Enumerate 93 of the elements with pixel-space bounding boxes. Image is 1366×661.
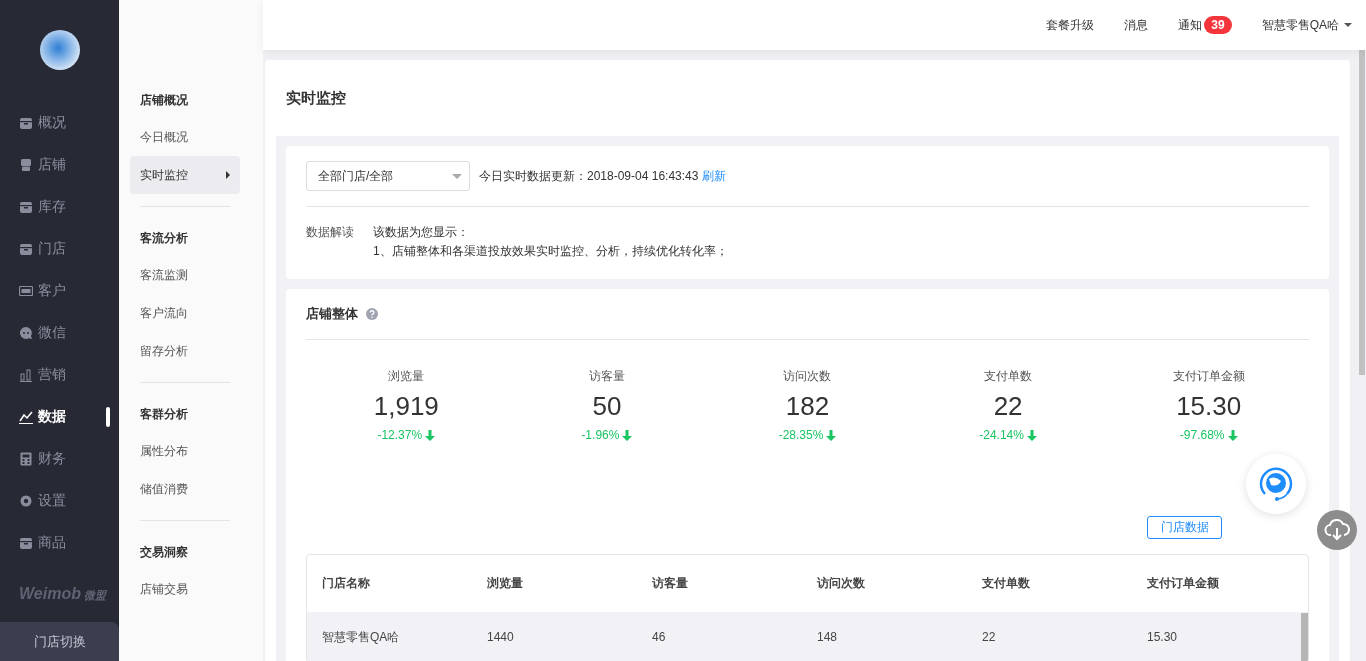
caret-right-icon xyxy=(226,171,230,179)
brand-logo: Weimob xyxy=(19,585,81,603)
subnav-item[interactable]: 留存分析 xyxy=(130,332,240,370)
metric-change: -12.37% xyxy=(377,428,423,442)
metric-value: 182 xyxy=(785,390,830,423)
box-icon xyxy=(19,116,33,130)
scrollbar-thumb[interactable] xyxy=(1359,50,1365,375)
caret-down-icon xyxy=(452,173,462,179)
subnav-item[interactable]: 店铺交易 xyxy=(130,570,240,608)
arrow-down-icon xyxy=(826,429,837,441)
notification-count: 39 xyxy=(1204,16,1232,34)
nav-item[interactable]: 库存 xyxy=(0,186,119,228)
column-header: 访客量 xyxy=(652,575,689,592)
column-header: 浏览量 xyxy=(487,575,524,592)
user-menu[interactable]: 智慧零售QA哈 xyxy=(1261,16,1352,34)
store-data-button[interactable]: 门店数据 xyxy=(1147,516,1222,539)
chat-icon xyxy=(19,326,33,340)
nav-item[interactable]: 商品 xyxy=(0,522,119,564)
subnav-item[interactable]: 今日概况 xyxy=(130,118,240,156)
nav-item[interactable]: 微信 xyxy=(0,312,119,354)
vip-card-icon xyxy=(19,284,33,298)
store-select[interactable]: 全部门店/全部 xyxy=(306,161,470,191)
store-switch-button[interactable]: 门店切换 xyxy=(0,622,119,661)
box-icon xyxy=(19,242,33,256)
arrow-down-icon xyxy=(622,429,633,441)
table-cell-text: 22 xyxy=(982,629,997,646)
table-cell-text: 46 xyxy=(652,629,667,646)
arrow-down-icon xyxy=(1026,429,1037,441)
section-title: 店铺整体 xyxy=(306,305,358,323)
metric-label: 访问次数 xyxy=(783,368,832,385)
nav-item[interactable]: 店铺 xyxy=(0,144,119,186)
metric-label: 支付单数 xyxy=(984,368,1033,385)
calculator-icon xyxy=(19,452,33,466)
nav-item[interactable]: 数据 xyxy=(0,396,119,438)
interpretation-text: 1、店铺整体和各渠道投放效果实时监控、分析，持续优化转化率； xyxy=(373,243,728,260)
arrow-down-icon xyxy=(425,429,436,441)
metric-label: 浏览量 xyxy=(388,368,425,385)
nav-item[interactable]: 客户 xyxy=(0,270,119,312)
subnav-item[interactable]: 属性分布 xyxy=(130,432,240,470)
subnav-item[interactable]: 储值消费 xyxy=(130,470,240,508)
table-cell-text: 智慧零售QA哈 xyxy=(322,629,401,646)
interpretation-text: 该数据为您显示： xyxy=(373,224,470,241)
arrow-down-icon xyxy=(1227,429,1238,441)
metric-value: 22 xyxy=(993,390,1023,423)
table-cell-text: 148 xyxy=(817,629,839,646)
settings-icon xyxy=(19,494,33,508)
caret-down-icon xyxy=(1344,23,1352,27)
column-header: 访问次数 xyxy=(817,575,866,592)
section-heading: 客流分析 xyxy=(140,230,189,247)
metric-change: -1.96% xyxy=(581,428,620,442)
metric-label: 访客量 xyxy=(588,368,625,385)
nav-item[interactable]: 营销 xyxy=(0,354,119,396)
metric-change: -24.14% xyxy=(979,428,1024,442)
topbar-link[interactable]: 套餐升级 xyxy=(1046,16,1095,34)
nav-item[interactable]: 概况 xyxy=(0,102,119,144)
section-heading: 店铺概况 xyxy=(140,92,189,109)
section-heading: 客群分析 xyxy=(140,406,189,423)
brand-logo-suffix: 微盟 xyxy=(83,588,106,603)
subnav-item[interactable]: 客户流向 xyxy=(130,294,240,332)
metric-value: 15.30 xyxy=(1176,390,1242,423)
section-heading: 交易洞察 xyxy=(140,544,189,561)
table-cell-text: 1440 xyxy=(487,629,515,646)
topbar-link[interactable]: 通知 39 xyxy=(1178,16,1232,34)
help-icon xyxy=(366,308,378,320)
metric-label: 支付订单金额 xyxy=(1172,368,1245,385)
bar-chart-icon xyxy=(19,368,33,382)
topbar-link[interactable]: 消息 xyxy=(1124,16,1149,34)
metric-value: 1,919 xyxy=(373,390,439,423)
table-cell-text: 15.30 xyxy=(1147,629,1179,646)
metric-change: -28.35% xyxy=(778,428,824,442)
column-header: 门店名称 xyxy=(322,575,371,592)
nav-item[interactable]: 门店 xyxy=(0,228,119,270)
active-indicator xyxy=(106,407,110,427)
line-chart-icon xyxy=(19,410,33,424)
avatar[interactable] xyxy=(39,30,80,70)
box-icon xyxy=(19,536,33,550)
interpretation-label: 数据解读 xyxy=(306,224,354,241)
nav-item[interactable]: 设置 xyxy=(0,480,119,522)
store-icon xyxy=(19,158,33,172)
metric-change: -97.68% xyxy=(1179,428,1225,442)
update-time-text: 今日实时数据更新：2018-09-04 16:43:43 xyxy=(479,167,699,185)
box-icon xyxy=(19,200,33,214)
column-header: 支付订单金额 xyxy=(1147,575,1220,592)
page-title: 实时监控 xyxy=(285,88,347,108)
metric-value: 50 xyxy=(592,390,622,423)
nav-item[interactable]: 财务 xyxy=(0,438,119,480)
subnav-item[interactable]: 客流监测 xyxy=(130,256,240,294)
subnav-item[interactable]: 实时监控 xyxy=(130,156,240,194)
scrollbar-thumb[interactable] xyxy=(1301,613,1308,661)
cloud-download-icon xyxy=(1324,519,1350,541)
column-header: 支付单数 xyxy=(982,575,1031,592)
headset-icon xyxy=(1257,465,1295,503)
refresh-link[interactable]: 刷新 xyxy=(702,167,727,185)
